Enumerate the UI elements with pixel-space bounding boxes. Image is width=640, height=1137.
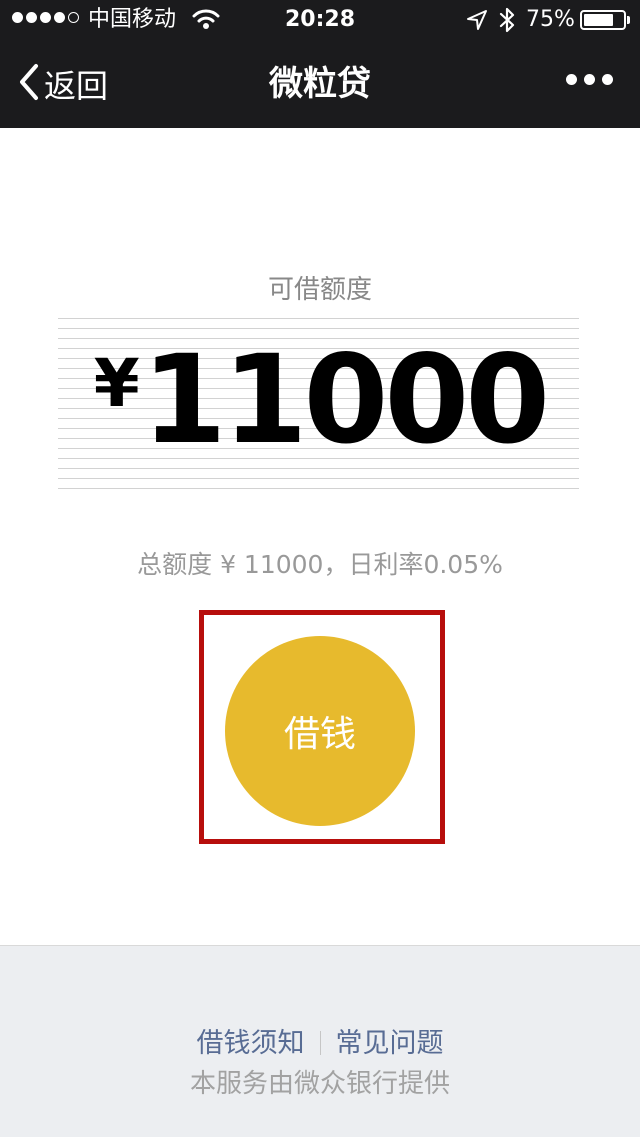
amount-value: 11000 bbox=[141, 329, 550, 471]
provider-note: 本服务由微众银行提供 bbox=[189, 1069, 450, 1099]
more-dots-icon[interactable] bbox=[566, 74, 613, 85]
footer: 借钱须知 常见问题 本服务由微众银行提供 bbox=[0, 945, 640, 1137]
footer-links: 借钱须知 常见问题 bbox=[0, 1026, 640, 1062]
total-credit-info: 总额度 ¥ 11000，日利率0.05% bbox=[137, 550, 503, 579]
borrow-notice-link[interactable]: 借钱须知 bbox=[197, 1028, 305, 1059]
footer-divider bbox=[319, 1031, 321, 1055]
faq-link[interactable]: 常见问题 bbox=[336, 1028, 444, 1059]
location-arrow-icon bbox=[466, 9, 488, 35]
page-title: 微粒贷 bbox=[269, 64, 371, 104]
battery-tip bbox=[627, 16, 630, 24]
currency-symbol: ¥ bbox=[93, 345, 140, 422]
status-bar: 中国移动 20:28 75% bbox=[0, 0, 640, 40]
credit-label: 可借额度 bbox=[267, 275, 372, 305]
bluetooth-icon bbox=[498, 7, 516, 37]
borrow-button[interactable]: 借钱 bbox=[225, 636, 415, 826]
credit-amount: ¥11000 bbox=[0, 339, 640, 461]
battery-fill bbox=[584, 14, 613, 26]
battery-icon bbox=[580, 10, 626, 30]
battery-percent: 75% bbox=[526, 7, 575, 32]
nav-bar: 返回 微粒贷 bbox=[0, 40, 640, 128]
